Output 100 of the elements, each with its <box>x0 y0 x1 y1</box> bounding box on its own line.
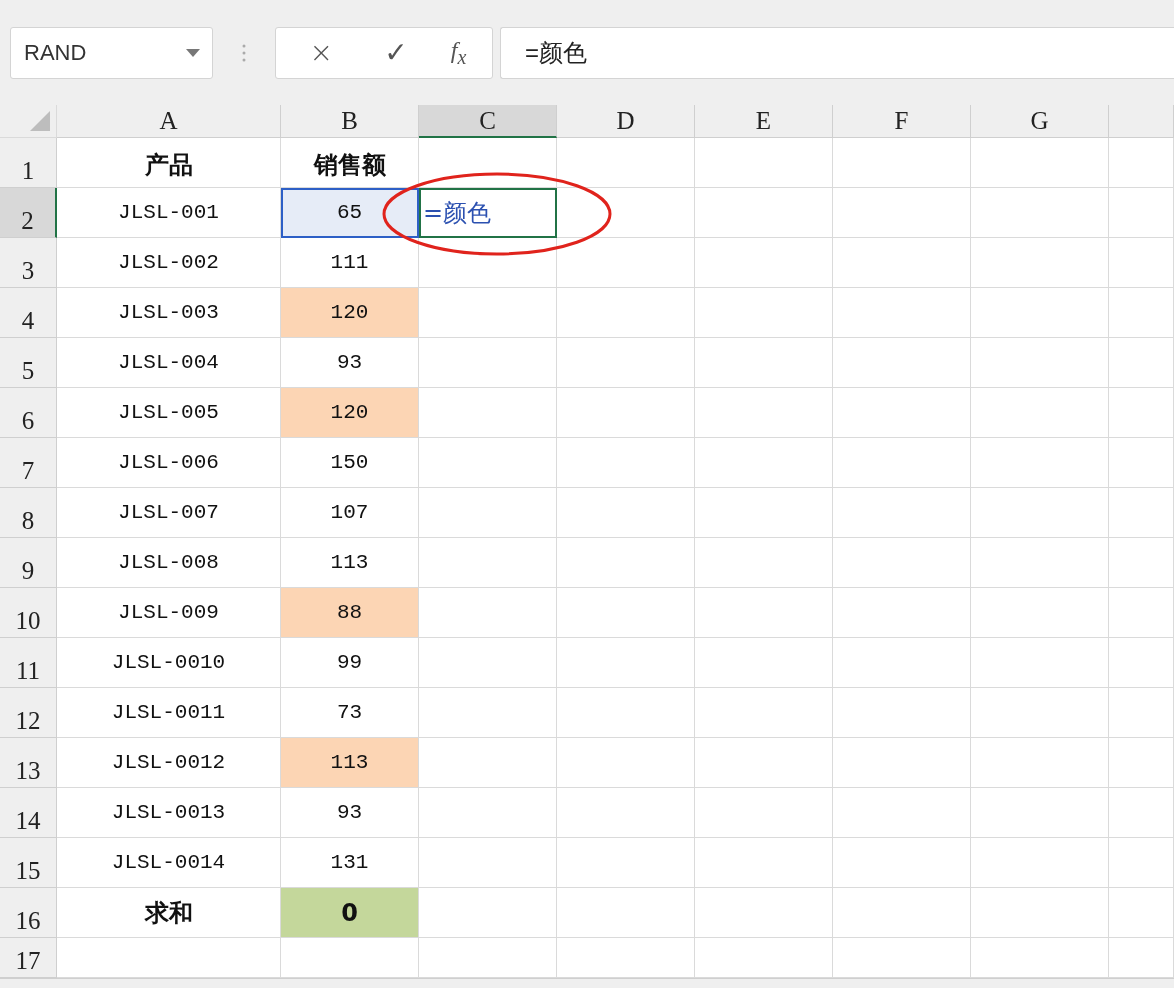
select-all-triangle-icon[interactable] <box>30 111 50 131</box>
grid-cell[interactable] <box>695 188 833 238</box>
grid-cell[interactable] <box>557 238 695 288</box>
grid-cell[interactable] <box>1109 838 1174 888</box>
row-header[interactable]: 5 <box>0 338 57 388</box>
cell-input-field[interactable]: =颜色 <box>419 188 557 238</box>
cancel-button[interactable]: × <box>301 36 342 69</box>
insert-function-button[interactable]: f$_{x}$ <box>450 36 467 69</box>
grid-cell[interactable] <box>557 838 695 888</box>
column-header[interactable]: F <box>833 105 971 138</box>
grid-cell[interactable] <box>695 788 833 838</box>
grid-cell[interactable] <box>1109 738 1174 788</box>
grid-cell[interactable] <box>419 688 557 738</box>
grid-cell[interactable] <box>1109 138 1174 188</box>
grid-cell[interactable] <box>419 638 557 688</box>
grid-cell[interactable] <box>971 238 1109 288</box>
grid-cell[interactable] <box>971 288 1109 338</box>
grid-cell[interactable] <box>971 188 1109 238</box>
grid-cell[interactable] <box>833 238 971 288</box>
row-header[interactable]: 1 <box>0 138 57 188</box>
grid-cell[interactable] <box>1109 638 1174 688</box>
grid-cell[interactable] <box>833 488 971 538</box>
grid-cell[interactable] <box>833 838 971 888</box>
grid-cell[interactable] <box>1109 438 1174 488</box>
grid-cell[interactable] <box>557 338 695 388</box>
grid-cell[interactable] <box>695 538 833 588</box>
grid-cell[interactable] <box>695 388 833 438</box>
grid-cell[interactable] <box>971 138 1109 188</box>
grid-cell[interactable] <box>695 488 833 538</box>
grid-cell[interactable] <box>1109 588 1174 638</box>
column-header[interactable]: E <box>695 105 833 138</box>
row-header[interactable]: 12 <box>0 688 57 738</box>
grid-cell[interactable] <box>971 338 1109 388</box>
column-header[interactable] <box>1109 105 1174 138</box>
grid-cell[interactable] <box>419 838 557 888</box>
grid-cell[interactable] <box>557 588 695 638</box>
row-header[interactable]: 17 <box>0 938 57 978</box>
grid-cell[interactable] <box>971 888 1109 938</box>
grid-cell[interactable] <box>695 838 833 888</box>
grid-cell[interactable] <box>833 188 971 238</box>
grid-cell[interactable] <box>971 738 1109 788</box>
grid-cell[interactable] <box>557 438 695 488</box>
grid-cell[interactable] <box>1109 288 1174 338</box>
grid-cell[interactable] <box>971 588 1109 638</box>
grid-cell[interactable] <box>695 888 833 938</box>
grid-cell[interactable] <box>419 788 557 838</box>
grid-cell[interactable] <box>419 238 557 288</box>
row-header[interactable]: 13 <box>0 738 57 788</box>
grid-cell[interactable] <box>557 288 695 338</box>
grid-cell[interactable] <box>971 788 1109 838</box>
column-header[interactable]: C <box>419 105 557 138</box>
select-all-button[interactable] <box>0 105 57 138</box>
enter-button[interactable]: ✓ <box>376 36 416 69</box>
row-header[interactable]: 7 <box>0 438 57 488</box>
row-header[interactable]: 4 <box>0 288 57 338</box>
grid-cell[interactable] <box>695 588 833 638</box>
grid-cell[interactable] <box>557 738 695 788</box>
grid-cell[interactable] <box>971 638 1109 688</box>
grid-cell[interactable] <box>695 638 833 688</box>
grid-cell[interactable] <box>1109 888 1174 938</box>
grid-cell[interactable] <box>971 488 1109 538</box>
grid-cell[interactable] <box>1109 388 1174 438</box>
grid-cell[interactable] <box>833 338 971 388</box>
column-header[interactable]: D <box>557 105 695 138</box>
grid-cell[interactable] <box>557 638 695 688</box>
grid-cell[interactable] <box>557 538 695 588</box>
grid-cell[interactable] <box>695 338 833 388</box>
grid-cell[interactable] <box>833 138 971 188</box>
row-header[interactable]: 6 <box>0 388 57 438</box>
grid-cell[interactable] <box>695 288 833 338</box>
grid-cell[interactable] <box>695 238 833 288</box>
name-box[interactable]: RAND <box>10 26 213 79</box>
formula-field[interactable]: =颜色 <box>500 26 1174 79</box>
row-header[interactable]: 8 <box>0 488 57 538</box>
dropdown-caret-icon[interactable] <box>186 48 200 57</box>
grid-cell[interactable] <box>1109 238 1174 288</box>
grid-cell[interactable] <box>833 588 971 638</box>
column-header[interactable]: B <box>281 105 419 138</box>
grid-cell[interactable] <box>971 838 1109 888</box>
grid-cell[interactable] <box>419 338 557 388</box>
grid-cell[interactable] <box>971 688 1109 738</box>
grid-cell[interactable] <box>971 538 1109 588</box>
grid-cell[interactable] <box>557 688 695 738</box>
grid-cell[interactable] <box>833 788 971 838</box>
grid-cell[interactable] <box>1109 538 1174 588</box>
grid-cell[interactable] <box>1109 688 1174 738</box>
grid-cell[interactable] <box>419 138 557 188</box>
grid-cell[interactable] <box>833 738 971 788</box>
grid-cell[interactable] <box>971 388 1109 438</box>
row-header[interactable]: 3 <box>0 238 57 288</box>
row-header[interactable]: 14 <box>0 788 57 838</box>
row-header[interactable]: 2 <box>0 188 57 238</box>
row-header[interactable]: 10 <box>0 588 57 638</box>
row-header[interactable]: 11 <box>0 638 57 688</box>
grid-cell[interactable] <box>1109 338 1174 388</box>
grid-cell[interactable] <box>419 288 557 338</box>
grid-cell[interactable] <box>419 488 557 538</box>
column-header[interactable]: G <box>971 105 1109 138</box>
grid-cell[interactable] <box>1109 488 1174 538</box>
grid-cell[interactable] <box>557 188 695 238</box>
